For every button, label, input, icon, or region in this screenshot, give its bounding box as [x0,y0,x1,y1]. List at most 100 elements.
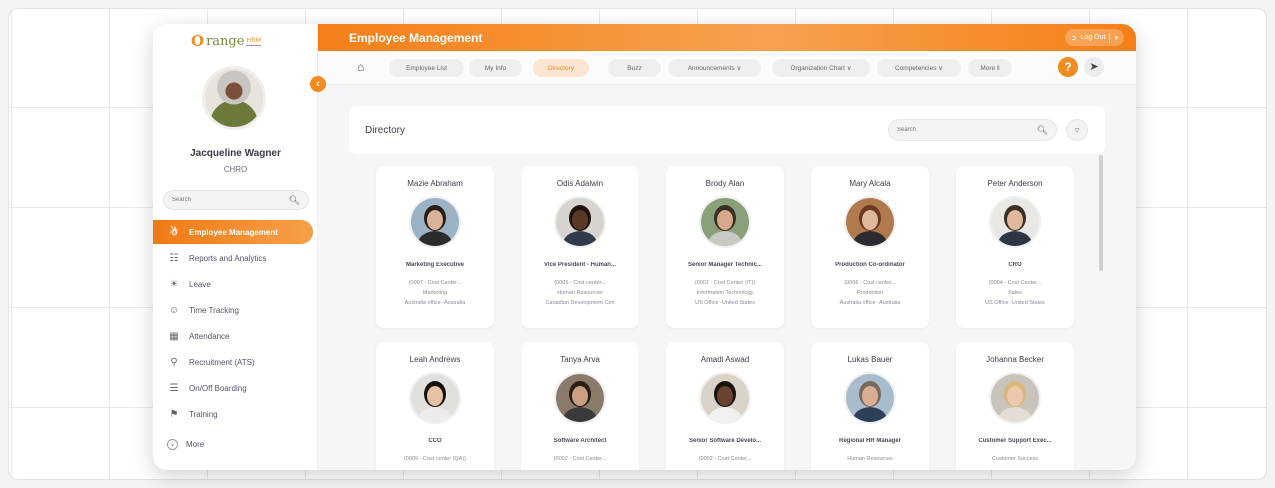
tab-announcements[interactable]: Announcements ∨ [668,59,761,77]
tab-competencies[interactable]: Competencies ∨ [877,59,961,77]
sidebar-item-label: More [186,439,205,449]
sidebar-menu: ☃ Employee Management ☷ Reports and Anal… [153,220,313,458]
avatar-portrait [556,198,604,246]
sidebar-search-input[interactable] [172,197,289,203]
filter-icon[interactable]: ▿ [1066,119,1088,141]
sidebar-item-time-tracking[interactable]: ☺ Time Tracking [153,298,313,322]
avatar-portrait [701,198,749,246]
sidebar-item-training[interactable]: ⚑ Training [153,402,313,426]
employee-cost-center: Human Resources [847,456,893,462]
employee-location: US Office -United States [695,300,755,306]
avatar-face [572,210,588,230]
employee-name[interactable]: Peter Anderson [956,179,1074,188]
employee-job-title: Marketing Executive [405,262,465,268]
employee-avatar[interactable] [844,372,896,424]
employee-mgmt-icon: ☃ [169,226,179,238]
employee-card[interactable]: Mary Alcala Production Co-ordinator (0006 … [811,166,929,328]
sidebar-item-label: Attendance [189,331,230,341]
avatar-face [717,210,733,230]
home-icon[interactable]: ⌂ [357,60,364,74]
employee-card[interactable]: Mazie Abraham Marketing Executive (0007 - … [376,166,494,328]
logout-icon: ➲ [1070,34,1077,42]
employee-name[interactable]: Amadi Aswad [666,355,784,364]
onboarding-icon: ☰ [169,382,179,394]
employee-name[interactable]: Lukas Bauer [811,355,929,364]
employee-name[interactable]: Mary Alcala [811,179,929,188]
employee-avatar[interactable] [699,372,751,424]
sidebar-item-more[interactable]: ⌄ More [153,432,313,456]
employee-avatar[interactable] [989,196,1041,248]
employee-job-title: Regional HR Manager [838,438,901,444]
employee-avatar[interactable] [554,372,606,424]
employee-name[interactable]: Johanna Becker [956,355,1074,364]
avatar-face [427,386,443,406]
help-button[interactable]: ? [1058,57,1078,77]
employee-card[interactable]: Lukas Bauer Regional HR Manager Human Reso… [811,342,929,470]
tab-my-info[interactable]: My Info [469,59,522,77]
share-icon[interactable]: ➤ [1084,57,1104,77]
employee-job-title: Software Architect [553,438,607,444]
chevron-down-icon: ⌄ [167,438,178,450]
avatar-portrait [846,374,894,422]
tab-organization-chart[interactable]: Organization Chart ∨ [772,59,870,77]
employee-cost-center: (0002 - Cost Center... [698,456,752,462]
employee-avatar[interactable] [409,196,461,248]
sidebar: Orange HRM Jacqueline Wagner CHRO 🔍︎ ☃ E… [153,24,318,470]
employee-job-title: Senior Manager Technic... [688,262,762,268]
employee-avatar[interactable] [409,372,461,424]
employee-avatar[interactable] [989,372,1041,424]
avatar-face [862,210,878,230]
employee-cost-center: (0009 - Cost center (QA)) [403,456,467,462]
tab-buzz[interactable]: Buzz [608,59,661,77]
brand-logo[interactable]: Orange HRM [191,30,262,52]
employee-cost-center: (0005 - Cost center... [554,280,606,286]
user-avatar[interactable] [202,66,266,130]
employee-avatar[interactable] [844,196,896,248]
avatar-portrait [991,198,1039,246]
sidebar-item-leave[interactable]: ☀ Leave [153,272,313,296]
employee-avatar[interactable] [699,196,751,248]
scrollbar[interactable] [1099,155,1103,271]
employee-name[interactable]: Leah Andrews [376,355,494,364]
avatar-face [572,386,588,406]
sidebar-item-label: Time Tracking [189,305,239,315]
sidebar-collapse-button[interactable]: ‹ [310,76,326,92]
sidebar-item-reports[interactable]: ☷ Reports and Analytics [153,246,313,270]
avatar-portrait [411,374,459,422]
employee-name[interactable]: Odis Adalwin [521,179,639,188]
employee-job-title: CCO [428,438,442,444]
tab-directory[interactable]: Directory [533,59,589,77]
employee-card[interactable]: Tanya Arva Software Architect (0002 - Cost… [521,342,639,470]
logout-button[interactable]: ➲ Log Out ▾ [1064,29,1124,46]
leave-icon: ☀ [169,278,179,290]
employee-cost-center: Customer Success [991,456,1039,462]
app-header: Employee Management ➲ Log Out ▾ [318,24,1136,51]
employee-job-title: Customer Support Exec... [978,438,1052,444]
employee-card[interactable]: Odis Adalwin Vice President - Human... (00… [521,166,639,328]
sidebar-item-attendance[interactable]: ▦ Attendance [153,324,313,348]
avatar-face [427,210,443,230]
employee-name[interactable]: Tanya Arva [521,355,639,364]
reports-icon: ☷ [169,252,179,264]
sidebar-item-recruitment[interactable]: ⚲ Recruitment (ATS) [153,350,313,374]
tab-employee-list[interactable]: Employee List [389,59,464,77]
employee-department: Human Resources [557,290,603,296]
search-icon[interactable]: 🔍︎ [1037,125,1048,136]
app-window: Orange HRM Jacqueline Wagner CHRO 🔍︎ ☃ E… [153,24,1136,470]
directory-search-input[interactable] [897,127,1037,133]
training-icon: ⚑ [169,408,179,420]
employee-card[interactable]: Brody Alan Senior Manager Technic... (0001… [666,166,784,328]
chevron-down-icon[interactable]: ▾ [1114,34,1118,42]
search-icon[interactable]: 🔍︎ [289,195,300,206]
employee-card[interactable]: Peter Anderson CRO (0004 - Cost Center... S… [956,166,1074,328]
employee-card[interactable]: Amadi Aswad Senior Software Develo... (000… [666,342,784,470]
employee-name[interactable]: Mazie Abraham [376,179,494,188]
employee-card[interactable]: Leah Andrews CCO (0009 - Cost center (QA)) [376,342,494,470]
tab-more[interactable]: More ‖ [968,59,1012,77]
sidebar-item-employee-management[interactable]: ☃ Employee Management [153,220,313,244]
logo-text: range [206,33,245,49]
sidebar-item-onboarding[interactable]: ☰ On/Off Boarding [153,376,313,400]
employee-name[interactable]: Brody Alan [666,179,784,188]
employee-card[interactable]: Johanna Becker Customer Support Exec... Cu… [956,342,1074,470]
employee-avatar[interactable] [554,196,606,248]
